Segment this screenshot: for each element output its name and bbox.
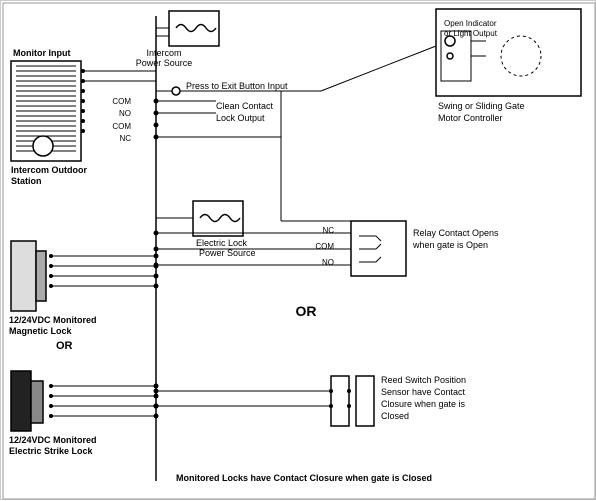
svg-text:Lock Output: Lock Output: [216, 113, 265, 123]
svg-text:Press to Exit Button Input: Press to Exit Button Input: [186, 81, 288, 91]
svg-text:Open Indicator: Open Indicator: [444, 19, 497, 28]
svg-text:COM: COM: [112, 122, 131, 131]
svg-text:Station: Station: [11, 176, 42, 186]
svg-text:Intercom: Intercom: [146, 48, 181, 58]
svg-text:Electric Lock: Electric Lock: [196, 238, 248, 248]
svg-text:Electric Strike Lock: Electric Strike Lock: [9, 446, 94, 456]
svg-text:Clean Contact: Clean Contact: [216, 101, 274, 111]
svg-text:COM: COM: [112, 97, 131, 106]
svg-text:NC: NC: [322, 226, 334, 235]
svg-text:Magnetic Lock: Magnetic Lock: [9, 326, 73, 336]
svg-text:12/24VDC Monitored: 12/24VDC Monitored: [9, 435, 97, 445]
svg-text:COM: COM: [315, 242, 334, 251]
svg-text:Closure when gate is: Closure when gate is: [381, 399, 466, 409]
svg-text:Swing or Sliding Gate: Swing or Sliding Gate: [438, 101, 525, 111]
svg-text:Monitored Locks have Contact C: Monitored Locks have Contact Closure whe…: [176, 473, 432, 483]
svg-text:Relay Contact Opens: Relay Contact Opens: [413, 228, 499, 238]
monitor-input-label: Monitor Input: [13, 48, 70, 58]
svg-text:Sensor have Contact: Sensor have Contact: [381, 387, 466, 397]
svg-text:or Light Output: or Light Output: [444, 29, 498, 38]
svg-text:Motor Controller: Motor Controller: [438, 113, 503, 123]
svg-text:NO: NO: [119, 109, 131, 118]
svg-text:Power Source: Power Source: [136, 58, 193, 68]
svg-text:Intercom Outdoor: Intercom Outdoor: [11, 165, 87, 175]
svg-text:OR: OR: [296, 303, 317, 319]
svg-text:OR: OR: [56, 340, 73, 352]
svg-text:NO: NO: [322, 258, 334, 267]
svg-text:when gate is Open: when gate is Open: [412, 240, 488, 250]
svg-text:12/24VDC Monitored: 12/24VDC Monitored: [9, 315, 97, 325]
wiring-diagram: Monitor Input Intercom Outdoor Station I…: [0, 0, 596, 500]
svg-text:Reed Switch Position: Reed Switch Position: [381, 375, 466, 385]
svg-text:NC: NC: [119, 134, 131, 143]
svg-text:Closed: Closed: [381, 411, 409, 421]
